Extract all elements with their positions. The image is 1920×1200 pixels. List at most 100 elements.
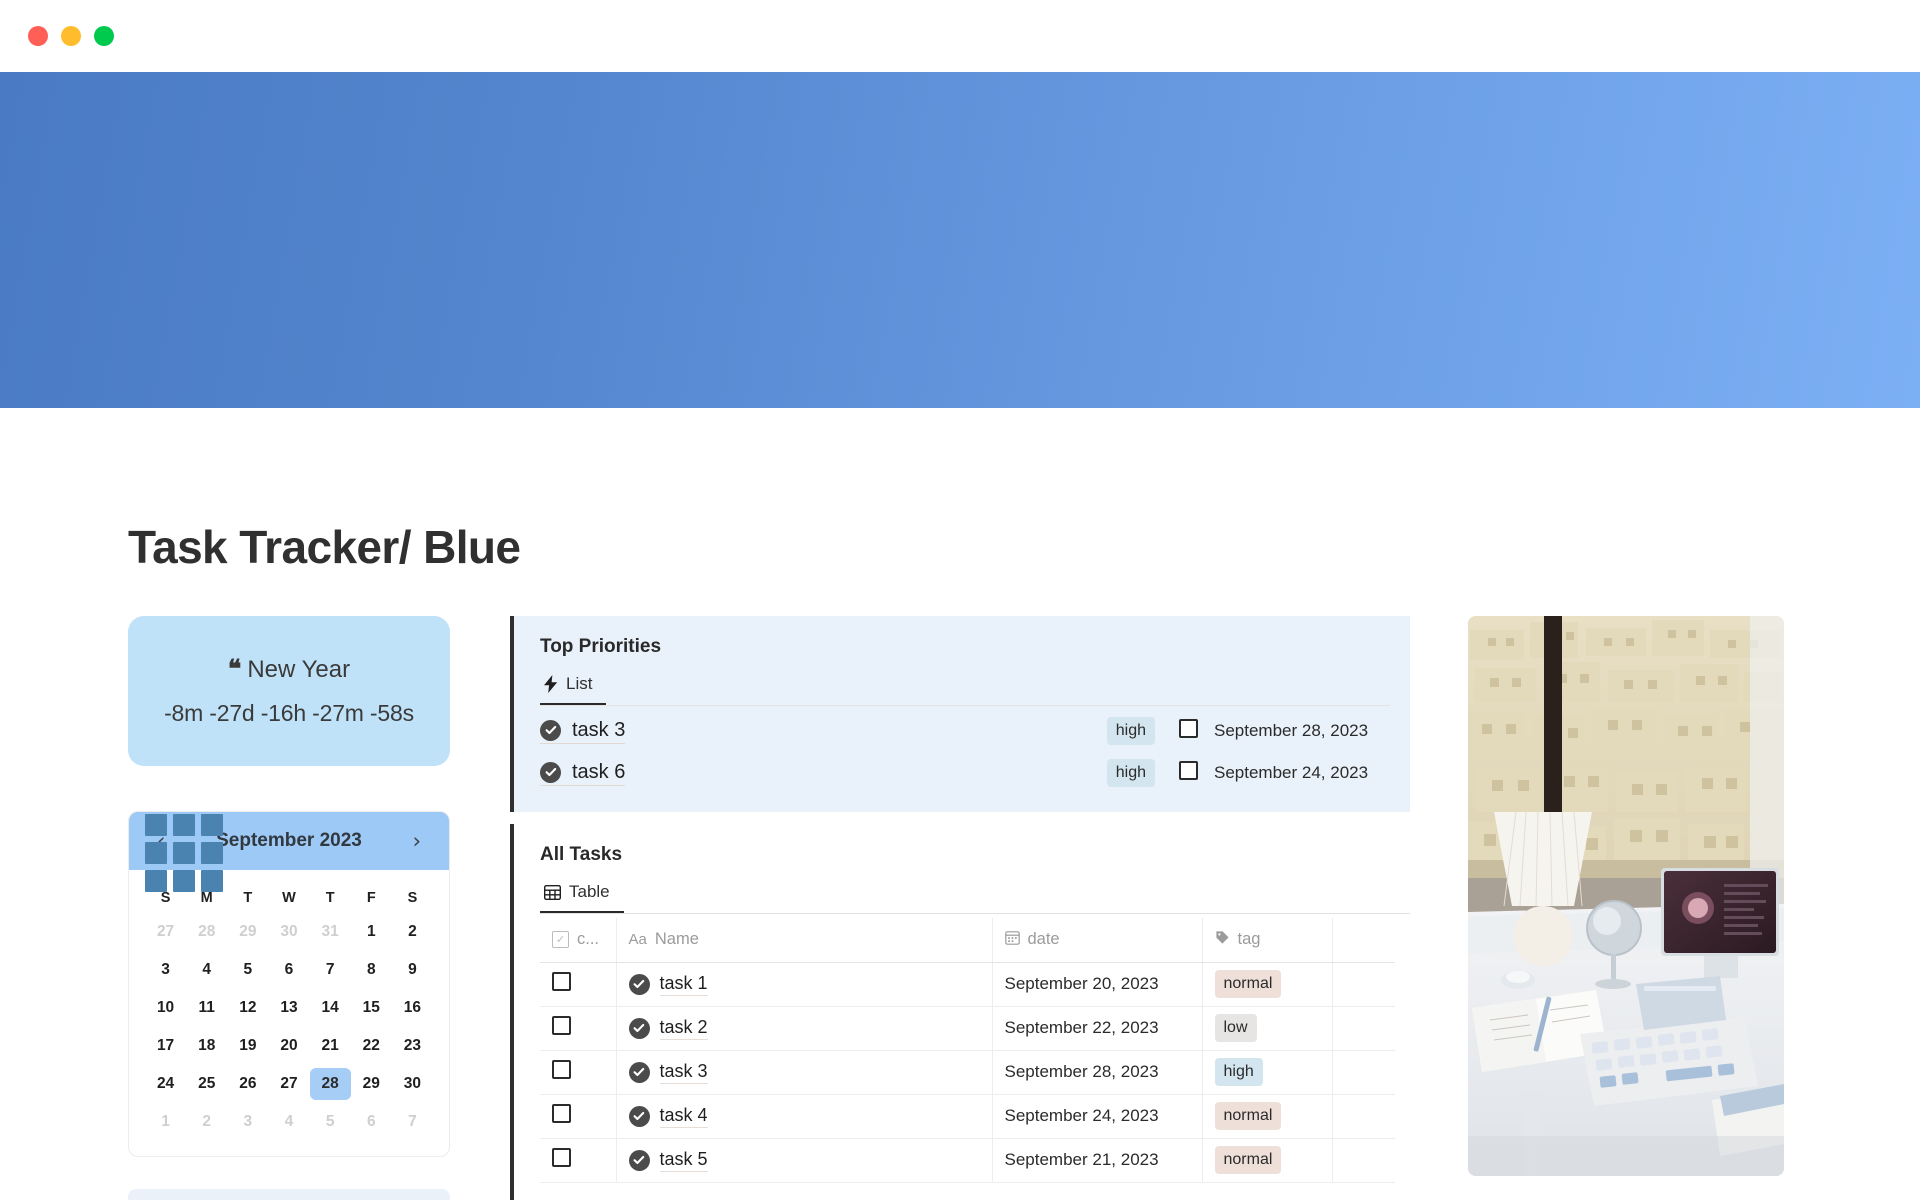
window-close-button[interactable] [28, 26, 48, 46]
table-row[interactable]: task 2 September 22, 2023 low [540, 1006, 1395, 1051]
calendar-day[interactable]: 4 [186, 954, 227, 986]
row-checkbox-cell[interactable] [540, 1094, 617, 1139]
calendar-day[interactable]: 4 [268, 1106, 309, 1138]
row-checkbox[interactable] [552, 1104, 571, 1123]
row-blank-cell[interactable] [1332, 1050, 1395, 1095]
calendar-day[interactable]: 27 [145, 916, 186, 948]
calendar-day[interactable]: 9 [392, 954, 433, 986]
calendar-day[interactable]: 3 [227, 1106, 268, 1138]
calendar-day[interactable]: 7 [392, 1106, 433, 1138]
calendar-day[interactable]: 11 [186, 992, 227, 1024]
tab-table[interactable]: Table [540, 876, 624, 913]
priority-checkbox[interactable] [1179, 719, 1198, 743]
calendar-day[interactable]: 5 [227, 954, 268, 986]
calendar-day[interactable]: 17 [145, 1030, 186, 1062]
calendar-day[interactable]: 23 [392, 1030, 433, 1062]
row-date-cell[interactable]: September 22, 2023 [992, 1006, 1203, 1051]
priority-name[interactable]: task 3 [540, 719, 626, 744]
calendar-day[interactable]: 16 [392, 992, 433, 1024]
row-date-cell[interactable]: September 21, 2023 [992, 1138, 1203, 1183]
calendar-day[interactable]: 30 [392, 1068, 433, 1100]
grid-3x3-icon[interactable] [145, 814, 223, 892]
row-name-cell[interactable]: task 4 [616, 1094, 993, 1139]
calendar-day[interactable]: 6 [268, 954, 309, 986]
middle-column: Top Priorities List task 3 high September … [510, 616, 1410, 1200]
column-header-date[interactable]: date [992, 918, 1203, 963]
calendar-day[interactable]: 10 [145, 992, 186, 1024]
row-checkbox[interactable] [552, 1148, 571, 1167]
row-blank-cell[interactable] [1332, 1138, 1395, 1183]
row-blank-cell[interactable] [1332, 1006, 1395, 1051]
calendar-day[interactable]: 8 [351, 954, 392, 986]
calendar-day[interactable]: 20 [268, 1030, 309, 1062]
calendar-day[interactable]: 1 [145, 1106, 186, 1138]
table-row[interactable]: task 4 September 24, 2023 normal [540, 1094, 1395, 1139]
calendar-day[interactable]: 25 [186, 1068, 227, 1100]
window-minimize-button[interactable] [61, 26, 81, 46]
column-header-blank[interactable] [1332, 918, 1395, 963]
priority-checkbox[interactable] [1179, 761, 1198, 785]
row-tag-cell[interactable]: low [1202, 1006, 1333, 1051]
calendar-day[interactable]: 21 [310, 1030, 351, 1062]
calendar-day[interactable]: 22 [351, 1030, 392, 1062]
row-checkbox-cell[interactable] [540, 962, 617, 1007]
calendar-day[interactable]: 31 [310, 916, 351, 948]
calendar-day[interactable]: 28 [186, 916, 227, 948]
calendar-day[interactable]: 30 [268, 916, 309, 948]
calendar-day[interactable]: 27 [268, 1068, 309, 1100]
calendar-day[interactable]: 7 [310, 954, 351, 986]
calendar-day[interactable]: 18 [186, 1030, 227, 1062]
row-checkbox-cell[interactable] [540, 1050, 617, 1095]
row-checkbox[interactable] [552, 1060, 571, 1079]
column-header-name[interactable]: Aa Name [616, 918, 993, 963]
calendar-day[interactable]: 26 [227, 1068, 268, 1100]
priority-row[interactable]: task 6 high September 24, 2023 [540, 752, 1390, 794]
row-checkbox-cell[interactable] [540, 1138, 617, 1183]
calendar-day[interactable]: 2 [392, 916, 433, 948]
priority-row[interactable]: task 3 high September 28, 2023 [540, 710, 1390, 752]
column-header-tag[interactable]: tag [1202, 918, 1333, 963]
column-header-check[interactable]: ✓ c... [540, 918, 617, 963]
table-row[interactable]: task 1 September 20, 2023 normal [540, 962, 1395, 1007]
calendar-day[interactable]: 13 [268, 992, 309, 1024]
row-date-cell[interactable]: September 20, 2023 [992, 962, 1203, 1007]
priority-tag[interactable]: high [1106, 759, 1155, 787]
calendar-day[interactable]: 24 [145, 1068, 186, 1100]
calendar-weekday: S [407, 890, 418, 906]
calendar-day[interactable]: 29 [227, 916, 268, 948]
row-checkbox[interactable] [552, 1016, 571, 1035]
row-tag-cell[interactable]: normal [1202, 1094, 1333, 1139]
calendar-day-selected[interactable]: 28 [309, 1068, 351, 1100]
table-row[interactable]: task 5 September 21, 2023 normal [540, 1138, 1395, 1183]
calendar-month-label: September 2023 [216, 830, 362, 851]
priority-name[interactable]: task 6 [540, 761, 626, 786]
calendar-day[interactable]: 29 [351, 1068, 392, 1100]
calendar-day[interactable]: 3 [145, 954, 186, 986]
row-tag-cell[interactable]: normal [1202, 1138, 1333, 1183]
row-date-cell[interactable]: September 24, 2023 [992, 1094, 1203, 1139]
row-blank-cell[interactable] [1332, 962, 1395, 1007]
table-row[interactable]: task 3 September 28, 2023 high [540, 1050, 1395, 1095]
row-blank-cell[interactable] [1332, 1094, 1395, 1139]
calendar-day[interactable]: 6 [351, 1106, 392, 1138]
row-tag-cell[interactable]: normal [1202, 962, 1333, 1007]
calendar-day[interactable]: 12 [227, 992, 268, 1024]
window-maximize-button[interactable] [94, 26, 114, 46]
calendar-day[interactable]: 1 [351, 916, 392, 948]
calendar-day[interactable]: 2 [186, 1106, 227, 1138]
row-tag-cell[interactable]: high [1202, 1050, 1333, 1095]
row-name-cell[interactable]: task 5 [616, 1138, 993, 1183]
row-date-cell[interactable]: September 28, 2023 [992, 1050, 1203, 1095]
row-name-cell[interactable]: task 1 [616, 962, 993, 1007]
row-checkbox-cell[interactable] [540, 1006, 617, 1051]
calendar-day[interactable]: 14 [310, 992, 351, 1024]
row-name-cell[interactable]: task 2 [616, 1006, 993, 1051]
row-checkbox[interactable] [552, 972, 571, 991]
priority-tag[interactable]: high [1106, 717, 1155, 745]
calendar-next-month-button[interactable]: › [407, 827, 427, 856]
calendar-day[interactable]: 15 [351, 992, 392, 1024]
row-name-cell[interactable]: task 3 [616, 1050, 993, 1095]
tab-list[interactable]: List [540, 668, 607, 705]
calendar-day[interactable]: 19 [227, 1030, 268, 1062]
calendar-day[interactable]: 5 [310, 1106, 351, 1138]
